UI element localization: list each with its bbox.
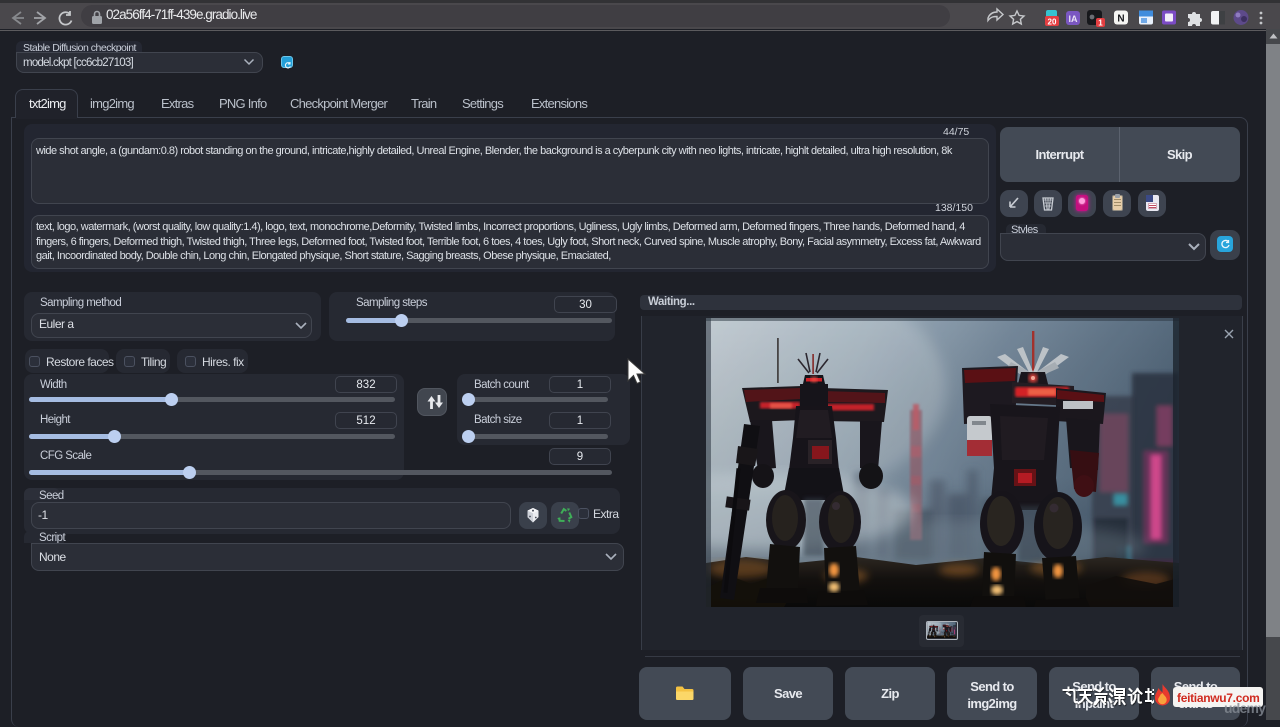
svg-text:IA: IA <box>1069 14 1079 24</box>
svg-text:20: 20 <box>1048 18 1057 27</box>
svg-text:1: 1 <box>1098 19 1103 28</box>
svg-text:N: N <box>1117 14 1124 25</box>
